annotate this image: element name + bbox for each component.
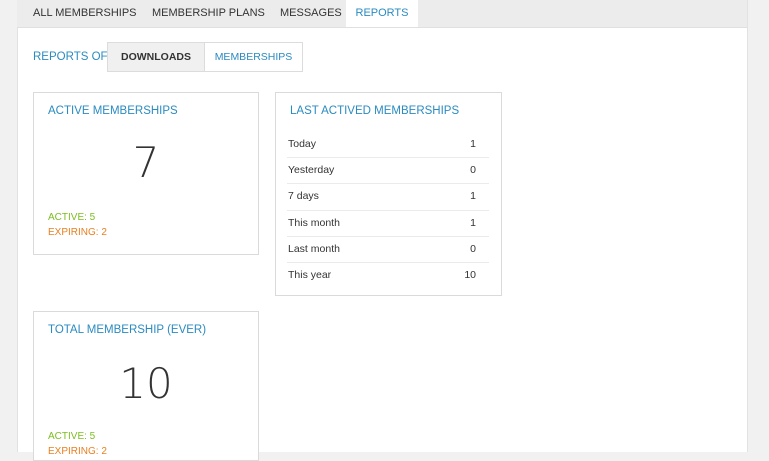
active-memberships-card: ACTIVE MEMBERSHIPS 7 ACTIVE: 5 EXPIRING:…: [33, 92, 259, 255]
tab-membership-plans[interactable]: MEMBERSHIP PLANS: [152, 0, 265, 27]
active-memberships-count: 7: [132, 138, 160, 187]
period-value: 1: [470, 138, 476, 150]
last-actived-memberships-card: LAST ACTIVED MEMBERSHIPS Today 1 Yesterda…: [275, 92, 502, 296]
period-label: This month: [288, 216, 340, 229]
tab-messages[interactable]: MESSAGES: [280, 0, 342, 27]
tab-all-memberships[interactable]: ALL MEMBERSHIPS: [33, 0, 137, 27]
period-label: Today: [288, 138, 317, 150]
expiring-count-label: EXPIRING: 2: [48, 227, 107, 238]
subtab-downloads[interactable]: DOWNLOADS: [108, 43, 205, 71]
card-title: TOTAL MEMBERSHIP (EVER): [48, 324, 207, 336]
period-value: 1: [470, 216, 476, 229]
report-type-switcher: DOWNLOADS MEMBERSHIPS: [107, 42, 303, 72]
table-row: Yesterday 0: [287, 158, 489, 185]
table-row: Today 1: [287, 132, 489, 159]
active-count-label: ACTIVE: 5: [48, 431, 96, 442]
table-row: 7 days 1: [287, 184, 489, 211]
period-label: This year: [288, 268, 332, 281]
subtab-memberships[interactable]: MEMBERSHIPS: [205, 43, 302, 71]
period-stats-table: Today 1 Yesterday 0 7 days 1 This month 1 La…: [287, 132, 489, 288]
period-label: Yesterday: [288, 164, 335, 177]
reports-of-label: REPORTS OF: [33, 51, 108, 63]
table-row: Last month 0: [287, 237, 489, 263]
tab-reports[interactable]: REPORTS: [346, 0, 418, 27]
table-row: This year 10: [287, 263, 489, 288]
total-membership-count: 10: [119, 359, 173, 408]
period-value: 10: [464, 268, 476, 281]
period-value: 0: [470, 242, 476, 255]
period-label: Last month: [288, 242, 340, 255]
active-count-label: ACTIVE: 5: [48, 212, 96, 223]
total-membership-card: TOTAL MEMBERSHIP (EVER) 10 ACTIVE: 5 EXP…: [33, 311, 259, 461]
period-value: 0: [470, 164, 476, 177]
period-value: 1: [470, 190, 476, 203]
card-title: LAST ACTIVED MEMBERSHIPS: [290, 105, 460, 117]
card-title: ACTIVE MEMBERSHIPS: [48, 105, 178, 117]
table-row: This month 1: [287, 211, 489, 237]
period-label: 7 days: [288, 190, 319, 203]
top-tab-bar: ALL MEMBERSHIPS MEMBERSHIP PLANS MESSAGE…: [17, 0, 747, 28]
